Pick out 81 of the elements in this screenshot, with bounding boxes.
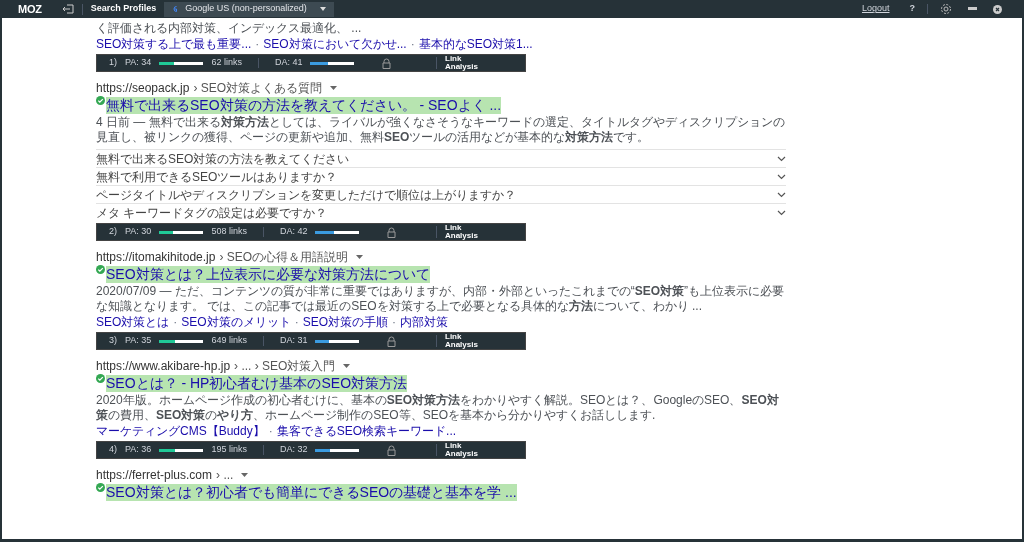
- lock-icon: [387, 335, 397, 347]
- link-analysis-button[interactable]: Link Analysis: [445, 333, 489, 349]
- caret-icon[interactable]: [356, 254, 364, 260]
- result-title-link[interactable]: 無料で出来るSEO対策の方法を教えてください。 - SEOよく ...: [106, 97, 502, 114]
- chevron-icon: [777, 155, 786, 162]
- links-count: 508 links: [211, 225, 247, 239]
- result-title-link[interactable]: SEO対策とは？初心者でも簡単にできるSEOの基礎と基本を学 ...: [106, 484, 517, 501]
- page-authority: PA: 36: [125, 443, 152, 457]
- rank-number: 3): [109, 334, 117, 348]
- rank-number: 1): [109, 56, 117, 70]
- domain-authority: DA: 32: [279, 443, 308, 457]
- page-authority: PA: 34: [125, 56, 152, 70]
- faq-item[interactable]: 無料で出来るSEO対策の方法を教えてください: [96, 149, 786, 167]
- exit-icon[interactable]: [61, 4, 74, 14]
- domain-authority: DA: 42: [279, 225, 308, 239]
- check-icon: [96, 265, 105, 274]
- sitelink[interactable]: SEO対策のメリット: [181, 315, 291, 330]
- result-snippet: く評価される内部対策、インデックス最適化、 ...: [96, 21, 363, 36]
- moz-logo: MOZ: [18, 1, 42, 17]
- separator-dot: ·: [255, 37, 260, 52]
- check-icon: [96, 96, 105, 105]
- separator-dot: ·: [392, 315, 397, 330]
- faq-item[interactable]: ページタイトルやディスクリプションを変更しただけで順位は上がりますか？: [96, 185, 786, 203]
- lock-icon: [387, 444, 397, 456]
- sitelink[interactable]: SEO対策において欠かせ...: [263, 37, 407, 52]
- link-analysis-button[interactable]: Link Analysis: [445, 224, 489, 240]
- sitelink[interactable]: マーケティングCMS【Buddy】: [96, 424, 265, 439]
- chevron-icon: [777, 209, 786, 216]
- chevron-icon: [777, 191, 786, 198]
- profile-select[interactable]: Google US (non-personalized): [164, 1, 335, 17]
- result-url: https://www.akibare-hp.jp: [96, 359, 231, 373]
- caret-icon[interactable]: [343, 363, 351, 369]
- separator-dot: ·: [410, 37, 415, 52]
- caret-icon[interactable]: [330, 85, 338, 91]
- close-icon[interactable]: [993, 4, 1002, 14]
- help-button[interactable]: ?: [909, 2, 915, 16]
- sitelink[interactable]: SEO対策とは: [96, 315, 170, 330]
- faq-item[interactable]: メタ キーワードタグの設定は必要ですか？: [96, 203, 786, 221]
- breadcrumb: › SEO対策よくある質問: [193, 81, 323, 95]
- result-title-link[interactable]: SEO対策とは？上位表示に必要な対策方法について: [106, 266, 430, 283]
- result-snippet: 2020/07/09 — ただ、コンテンツの質が非常に重要ではありますが、内部・外部といったこれまでの“SEO対策”も上位表示に必要な知識となります。 では、この記事では最近のSEOを対策する上で必要となる具体的な方法について、わかり ...: [96, 284, 786, 314]
- separator-dot: ·: [268, 424, 273, 439]
- links-count: 62 links: [211, 56, 242, 70]
- sitelink[interactable]: 集客できるSEO検索キーワード...: [276, 424, 457, 439]
- result-snippet: 2020年版。ホームページ作成の初心者むけに、基本のSEO対策方法をわかりやすく解説。SEOとは？、GoogleのSEO、SEO対策の費用、SEO対策のやり方、ホームページ制作のSEO等、SEOを基本から分かりやすくお話しします.: [96, 393, 780, 423]
- settings-icon[interactable]: [940, 3, 952, 15]
- rank-number: 4): [109, 443, 117, 457]
- lock-icon: [387, 226, 397, 238]
- breadcrumb: › ...: [216, 468, 234, 482]
- domain-authority: DA: 41: [274, 56, 303, 70]
- separator-dot: ·: [294, 315, 299, 330]
- breadcrumb: › SEOの心得＆用語説明: [219, 250, 349, 264]
- logout-link[interactable]: Logout: [861, 2, 890, 16]
- sitelink[interactable]: 内部対策: [400, 315, 449, 330]
- faq-item[interactable]: 無料で利用できるSEOツールはありますか？: [96, 167, 786, 185]
- result-url: https://seopack.jp: [96, 81, 190, 95]
- separator-dot: ·: [173, 315, 178, 330]
- caret-icon[interactable]: [241, 472, 249, 478]
- result-url: https://itomakihitode.jp: [96, 250, 216, 264]
- sitelink[interactable]: 基本的なSEO対策1...: [418, 37, 533, 52]
- result-title-link[interactable]: SEOとは？ - HP初心者むけ基本のSEO対策方法: [106, 375, 408, 392]
- rank-number: 2): [109, 225, 117, 239]
- caret-icon: [320, 7, 327, 11]
- minimize-icon[interactable]: [968, 7, 977, 11]
- domain-authority: DA: 31: [279, 334, 308, 348]
- result-url: https://ferret-plus.com: [96, 468, 213, 482]
- lock-icon: [382, 57, 392, 69]
- sitelink[interactable]: SEO対策の手順: [302, 315, 389, 330]
- page-authority: PA: 30: [125, 225, 152, 239]
- sitelink[interactable]: SEO対策する上で最も重要...: [96, 37, 252, 52]
- check-icon: [96, 374, 105, 383]
- breadcrumb: › ... › SEO対策入門: [234, 359, 336, 373]
- search-profiles-label: Search Profiles: [90, 2, 157, 16]
- link-analysis-button[interactable]: Link Analysis: [445, 442, 489, 458]
- chevron-icon: [777, 173, 786, 180]
- links-count: 649 links: [211, 334, 247, 348]
- check-icon: [96, 483, 105, 492]
- link-analysis-button[interactable]: Link Analysis: [445, 55, 489, 71]
- result-snippet: 4 日前 — 無料で出来る対策方法としては、ライバルが強くなさそうなキーワードの選定、タイトルタグやディスクリプションの見直し、被リンクの獲得、ページの更新や追加、無料SEOツールの活用などが基本的な対策方法です。: [96, 115, 786, 145]
- links-count: 195 links: [211, 443, 247, 457]
- page-authority: PA: 35: [125, 334, 152, 348]
